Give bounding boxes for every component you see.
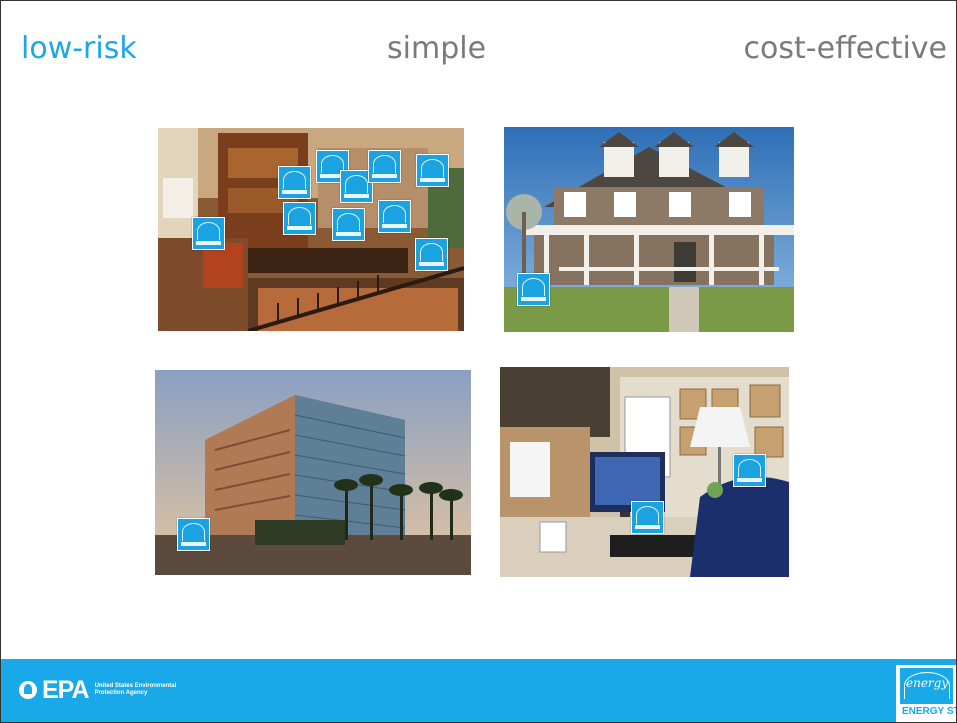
header-simple: simple (387, 31, 487, 66)
energy-star-badge (415, 238, 448, 271)
kitchen-photo (158, 128, 464, 331)
header-cost-effective: cost-effective (743, 31, 947, 66)
energy-star-badge (368, 150, 401, 183)
energy-star-badge (378, 200, 411, 233)
energy-star-badge (283, 202, 316, 235)
energy-star-label: ENERGY STAR (902, 706, 956, 717)
energy-star-script: energy (906, 676, 949, 690)
energy-star-badge (631, 501, 664, 534)
energy-star-badge (416, 154, 449, 187)
header-low-risk: low-risk (21, 31, 137, 66)
footer-bar: EPA United States Environmental Protecti… (1, 659, 956, 722)
energy-star-badge (733, 454, 766, 487)
energy-star-badge (517, 273, 550, 306)
epa-logo-word: EPA (42, 675, 90, 704)
cubicle-photo (500, 367, 789, 577)
energy-star-badge (332, 208, 365, 241)
energy-star-badge (177, 518, 210, 551)
epa-flower-icon (19, 681, 37, 699)
epa-logo-subtitle: United States Environmental Protection A… (94, 683, 177, 696)
epa-logo: EPA United States Environmental Protecti… (19, 673, 185, 707)
energy-star-badge (192, 217, 225, 250)
house-photo (504, 127, 794, 332)
slide: low-risk simple cost-effective EPA Unite… (0, 0, 957, 723)
energy-star-logo: energy ENERGY STAR (896, 665, 956, 722)
energy-star-badge (278, 166, 311, 199)
office-building-photo (155, 370, 471, 575)
